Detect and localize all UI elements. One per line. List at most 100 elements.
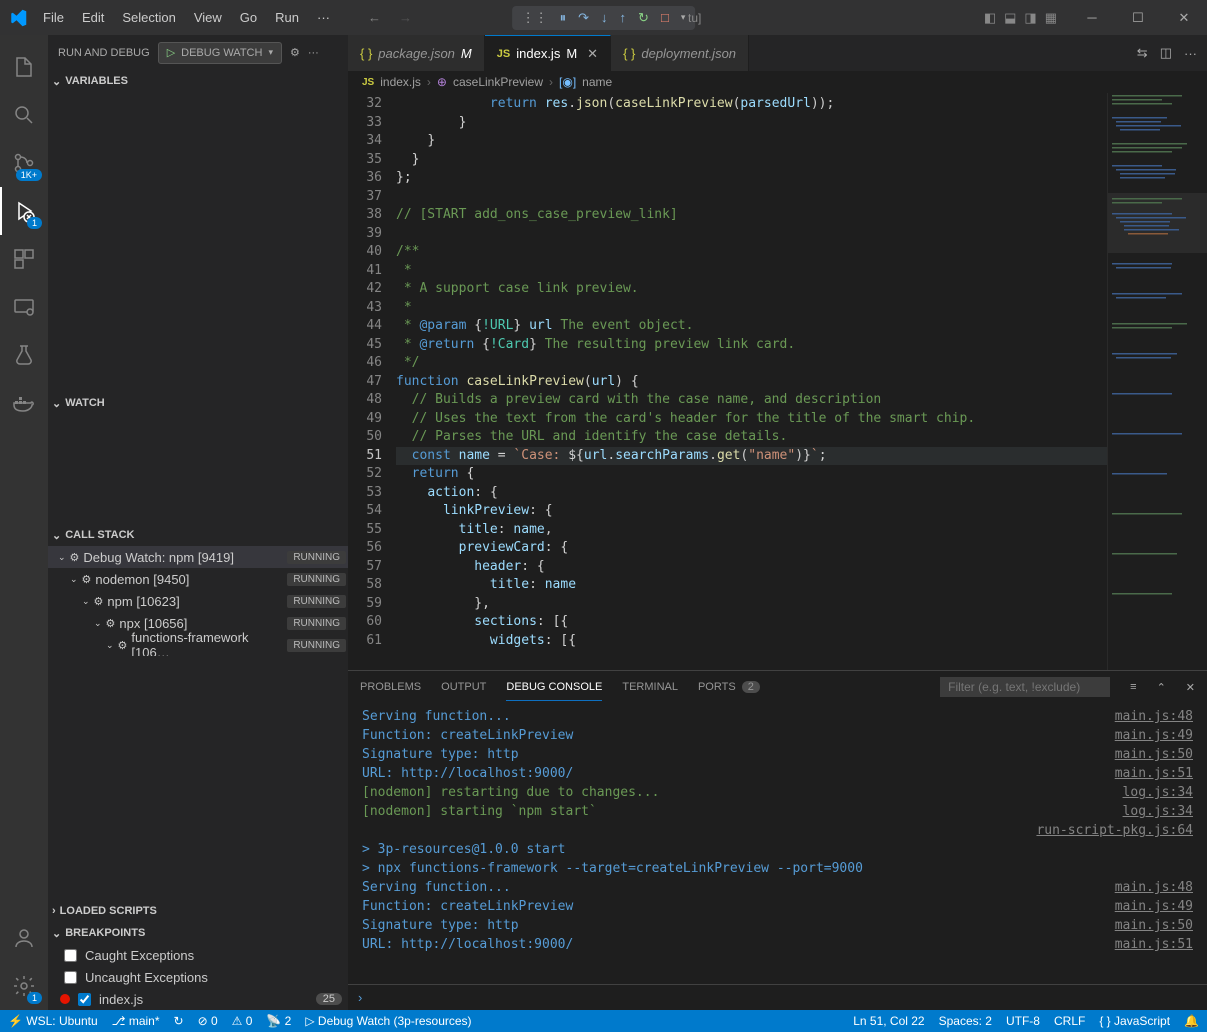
source-link[interactable]: main.js:50 [1115, 916, 1193, 935]
checkbox[interactable] [64, 971, 77, 984]
compare-icon[interactable]: ⇆ [1137, 45, 1148, 61]
layout-right-icon[interactable]: ◨ [1024, 10, 1036, 26]
nav-forward-icon[interactable]: → [399, 10, 412, 25]
tab-index-js[interactable]: JS index.js M ✕ [485, 35, 611, 71]
activity-explorer[interactable] [0, 43, 48, 91]
more-icon[interactable]: ··· [1184, 46, 1197, 61]
source-link[interactable]: main.js:50 [1115, 745, 1193, 764]
nav-back-icon[interactable]: ← [368, 10, 381, 25]
code-editor[interactable]: 3233343536373839404142434445464748495051… [348, 93, 1207, 670]
play-icon[interactable]: ▷ [167, 46, 175, 59]
debug-config-selector[interactable]: ▷ Debug Watch ▾ [158, 42, 282, 64]
activity-remote[interactable] [0, 283, 48, 331]
source-link[interactable]: main.js:51 [1115, 764, 1193, 783]
menu-run[interactable]: Run [267, 5, 307, 30]
source-link[interactable]: main.js:48 [1115, 878, 1193, 897]
tab-deployment-json[interactable]: { } deployment.json [611, 35, 749, 71]
activity-settings[interactable]: 1 [0, 962, 48, 1010]
activity-debug[interactable]: 1 [0, 187, 48, 235]
source-link[interactable]: main.js:49 [1115, 897, 1193, 916]
activity-source-control[interactable]: 1K+ [0, 139, 48, 187]
close-panel-icon[interactable]: ✕ [1186, 681, 1195, 694]
call-stack-row[interactable]: ⌄⚙functions-framework [106…RUNNING [48, 634, 348, 656]
debug-restart-icon[interactable]: ↻ [638, 10, 649, 26]
more-icon[interactable]: ··· [308, 47, 319, 59]
call-stack-row[interactable]: ⌄⚙Debug Watch: npm [9419]RUNNING [48, 546, 348, 568]
section-watch[interactable]: ⌄ WATCH [48, 392, 348, 414]
debug-dropdown-icon[interactable]: ▾ [681, 12, 686, 23]
activity-testing[interactable] [0, 331, 48, 379]
menu-go[interactable]: Go [232, 5, 265, 30]
checkbox[interactable] [64, 949, 77, 962]
debug-stop-icon[interactable]: □ [661, 10, 669, 25]
status-sync[interactable]: ↻ [174, 1014, 184, 1028]
menu-selection[interactable]: Selection [114, 5, 183, 30]
panel-tab-ports[interactable]: PORTS 2 [698, 674, 760, 700]
tab-package-json[interactable]: { } package.json M [348, 35, 485, 71]
activity-search[interactable] [0, 91, 48, 139]
source-link[interactable]: main.js:49 [1115, 726, 1193, 745]
filter-input[interactable] [940, 677, 1110, 697]
collapse-icon[interactable]: ⌃ [1157, 681, 1166, 694]
source-link[interactable]: log.js:34 [1123, 802, 1193, 821]
minimap[interactable] [1107, 93, 1207, 670]
layout-custom-icon[interactable]: ▦ [1045, 10, 1057, 26]
status-debug[interactable]: ▷ Debug Watch (3p-resources) [305, 1014, 471, 1028]
section-call-stack[interactable]: ⌄ CALL STACK [48, 524, 348, 546]
panel-tab-debug-console[interactable]: DEBUG CONSOLE [506, 674, 602, 701]
debug-step-over-icon[interactable]: ↷ [578, 10, 589, 26]
layout-left-icon[interactable]: ◧ [984, 10, 996, 26]
panel-tab-problems[interactable]: PROBLEMS [360, 674, 421, 700]
status-notifications-icon[interactable]: 🔔 [1184, 1014, 1199, 1028]
breadcrumb[interactable]: JS index.js › ⊕ caseLinkPreview › [◉] na… [348, 71, 1207, 93]
debug-console-output[interactable]: Serving function...main.js:48Function: c… [348, 703, 1207, 984]
status-remote[interactable]: ⚡ WSL: Ubuntu [8, 1014, 98, 1028]
section-breakpoints[interactable]: ⌄ BREAKPOINTS [48, 922, 348, 944]
breakpoint-caught[interactable]: Caught Exceptions [48, 944, 348, 966]
debug-console-input[interactable]: › [348, 984, 1207, 1010]
activity-extensions[interactable] [0, 235, 48, 283]
filter-icon[interactable]: ≡ [1130, 681, 1136, 693]
section-loaded-scripts[interactable]: › LOADED SCRIPTS [48, 900, 348, 922]
close-button[interactable]: ✕ [1161, 0, 1207, 35]
breakpoint-file[interactable]: index.js 25 [48, 988, 348, 1010]
activity-accounts[interactable] [0, 914, 48, 962]
gear-icon[interactable]: ⚙ [290, 46, 300, 59]
layout-bottom-icon[interactable]: ⬓ [1004, 10, 1016, 26]
status-warnings[interactable]: ⚠ 0 [232, 1014, 253, 1028]
maximize-button[interactable]: ☐ [1115, 0, 1161, 35]
menu-view[interactable]: View [186, 5, 230, 30]
checkbox[interactable] [78, 993, 91, 1006]
debug-toolbar[interactable]: ⋮⋮ ⏸ ↷ ↓ ↑ ↻ □ ▾ [512, 6, 696, 30]
status-ln-col[interactable]: Ln 51, Col 22 [853, 1014, 924, 1028]
status-spaces[interactable]: Spaces: 2 [939, 1014, 992, 1028]
breakpoint-uncaught[interactable]: Uncaught Exceptions [48, 966, 348, 988]
chevron-down-icon[interactable]: ▾ [268, 47, 273, 58]
menu-edit[interactable]: Edit [74, 5, 112, 30]
minimize-button[interactable]: ─ [1069, 0, 1115, 35]
panel-tab-output[interactable]: OUTPUT [441, 674, 486, 700]
debug-grip-icon[interactable]: ⋮⋮ [522, 10, 548, 26]
source-link[interactable]: log.js:34 [1123, 783, 1193, 802]
debug-pause-icon[interactable]: ⏸ [560, 10, 567, 26]
call-stack-row[interactable]: ⌄⚙npm [10623]RUNNING [48, 590, 348, 612]
section-variables[interactable]: ⌄ VARIABLES [48, 70, 348, 92]
split-icon[interactable]: ◫ [1160, 45, 1172, 61]
panel-tab-terminal[interactable]: TERMINAL [622, 674, 678, 700]
source-link[interactable]: main.js:51 [1115, 935, 1193, 954]
status-errors[interactable]: ⊘ 0 [198, 1014, 218, 1028]
debug-step-into-icon[interactable]: ↓ [601, 10, 608, 25]
debug-step-out-icon[interactable]: ↑ [620, 10, 627, 25]
source-link[interactable]: run-script-pkg.js:64 [1036, 821, 1193, 840]
status-encoding[interactable]: UTF-8 [1006, 1014, 1040, 1028]
status-language[interactable]: { } JavaScript [1099, 1014, 1170, 1028]
status-branch[interactable]: ⎇ main* [112, 1014, 160, 1028]
source-link[interactable]: main.js:48 [1115, 707, 1193, 726]
activity-docker[interactable] [0, 379, 48, 427]
menu-file[interactable]: File [35, 5, 72, 30]
close-icon[interactable]: ✕ [587, 46, 598, 62]
status-eol[interactable]: CRLF [1054, 1014, 1085, 1028]
call-stack-row[interactable]: ⌄⚙nodemon [9450]RUNNING [48, 568, 348, 590]
menu-overflow[interactable]: ··· [309, 5, 338, 30]
status-ports[interactable]: 📡 2 [266, 1014, 291, 1028]
